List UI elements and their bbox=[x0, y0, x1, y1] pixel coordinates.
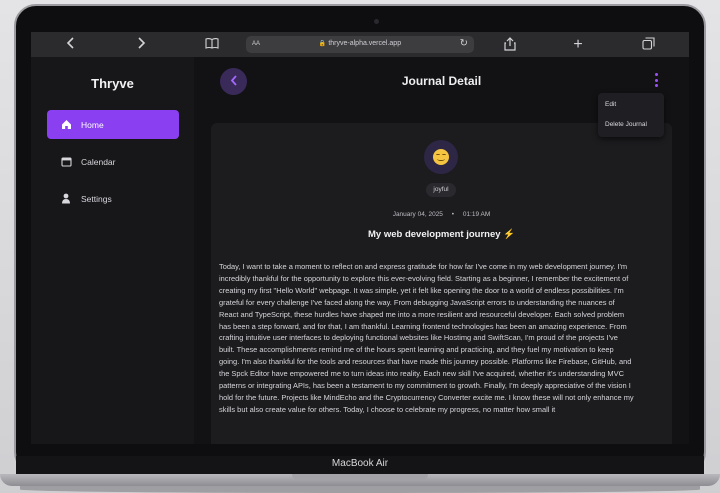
home-icon bbox=[60, 119, 72, 131]
lock-icon: 🔒 bbox=[318, 41, 327, 47]
back-nav-icon[interactable] bbox=[63, 37, 79, 53]
options-dropdown: Edit Delete Journal bbox=[598, 93, 664, 137]
sidebar-item-settings[interactable]: Settings bbox=[47, 184, 179, 213]
person-icon bbox=[60, 193, 72, 205]
entry-date: January 04, 2025 bbox=[392, 211, 443, 218]
main-content: Journal Detail joyful January 04, 2025 •… bbox=[194, 57, 689, 444]
calendar-icon bbox=[60, 156, 72, 168]
sidebar: Thryve Home Calendar Settings bbox=[31, 57, 194, 444]
brand-logo[interactable]: Thryve bbox=[31, 76, 194, 91]
forward-nav-icon[interactable] bbox=[133, 37, 149, 53]
mood-badge: joyful bbox=[426, 183, 456, 197]
new-tab-icon[interactable]: + bbox=[570, 37, 586, 53]
reload-icon[interactable]: ↻ bbox=[460, 38, 468, 49]
opening-notch bbox=[292, 474, 428, 480]
device-frame: AA 🔒 thryve-alpha.vercel.app ↻ + Thryve bbox=[0, 0, 720, 493]
sidebar-item-label: Settings bbox=[81, 193, 112, 204]
menu-item-delete-journal[interactable]: Delete Journal bbox=[605, 121, 647, 128]
entry-time: 01:19 AM bbox=[462, 211, 491, 218]
tabs-overview-icon[interactable] bbox=[640, 37, 656, 53]
journal-card: joyful January 04, 2025 • 01:19 AM My we… bbox=[211, 123, 672, 444]
entry-body: Today, I want to take a moment to reflec… bbox=[219, 262, 634, 414]
mood-avatar bbox=[424, 140, 458, 174]
sidebar-item-label: Home bbox=[81, 119, 104, 130]
screen: AA 🔒 thryve-alpha.vercel.app ↻ + Thryve bbox=[31, 32, 689, 444]
sidebar-item-calendar[interactable]: Calendar bbox=[47, 147, 179, 176]
url-text: thryve-alpha.vercel.app bbox=[328, 40, 402, 47]
smiley-icon bbox=[433, 149, 449, 165]
browser-toolbar: AA 🔒 thryve-alpha.vercel.app ↻ + bbox=[31, 32, 689, 57]
sidebar-item-home[interactable]: Home bbox=[47, 110, 179, 139]
menu-item-edit[interactable]: Edit bbox=[605, 101, 616, 108]
base-shadow bbox=[20, 486, 700, 493]
device-label: MacBook Air bbox=[331, 458, 389, 469]
camera bbox=[374, 19, 379, 24]
entry-title: My web development journey ⚡ bbox=[368, 229, 515, 240]
url-bar[interactable]: AA 🔒 thryve-alpha.vercel.app ↻ bbox=[246, 36, 474, 53]
sidebar-item-label: Calendar bbox=[81, 156, 116, 167]
more-options-icon[interactable] bbox=[653, 73, 659, 89]
separator-dot: • bbox=[451, 211, 455, 218]
page-title: Journal Detail bbox=[401, 74, 482, 88]
sidebar-toggle-icon[interactable] bbox=[204, 37, 220, 53]
share-icon[interactable] bbox=[502, 37, 518, 53]
